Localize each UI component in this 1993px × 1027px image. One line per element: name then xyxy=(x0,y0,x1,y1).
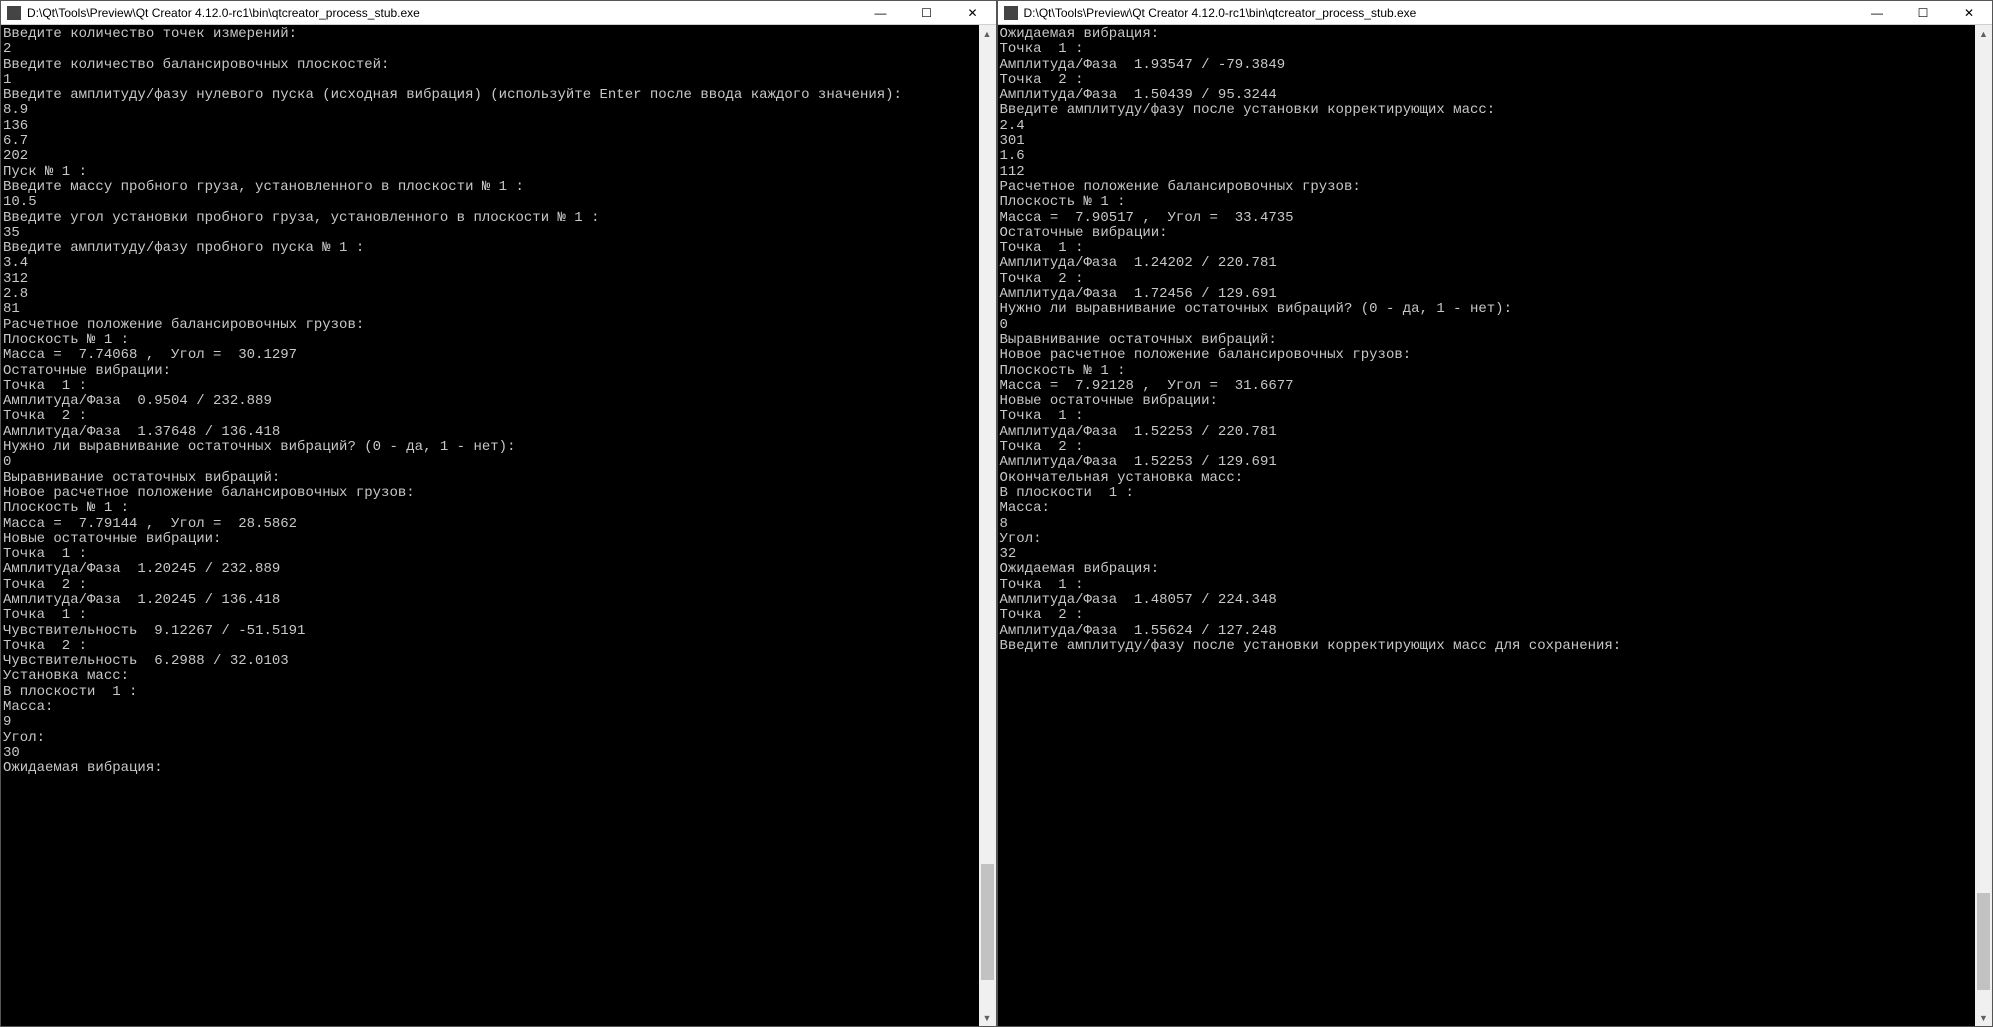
desktop: D:\Qt\Tools\Preview\Qt Creator 4.12.0-rc… xyxy=(0,0,1993,1027)
close-button[interactable]: ✕ xyxy=(1946,1,1992,24)
scroll-down-button[interactable]: ▼ xyxy=(979,1009,996,1026)
app-icon xyxy=(1004,6,1018,20)
minimize-button[interactable]: — xyxy=(1854,1,1900,24)
maximize-button[interactable]: ☐ xyxy=(1900,1,1946,24)
scroll-up-button[interactable]: ▲ xyxy=(1975,25,1992,42)
minimize-button[interactable]: — xyxy=(858,1,904,24)
window-title: D:\Qt\Tools\Preview\Qt Creator 4.12.0-rc… xyxy=(27,6,858,20)
console-viewport: Ожидаемая вибрация: Точка 1 : Амплитуда/… xyxy=(998,25,1993,1026)
scroll-up-button[interactable]: ▲ xyxy=(979,25,996,42)
window-controls: — ☐ ✕ xyxy=(1854,1,1992,24)
scroll-down-button[interactable]: ▼ xyxy=(1975,1009,1992,1026)
app-icon xyxy=(7,6,21,20)
maximize-button[interactable]: ☐ xyxy=(904,1,950,24)
window-title: D:\Qt\Tools\Preview\Qt Creator 4.12.0-rc… xyxy=(1024,6,1855,20)
scroll-thumb[interactable] xyxy=(981,864,994,980)
console-window-right: D:\Qt\Tools\Preview\Qt Creator 4.12.0-rc… xyxy=(997,0,1993,1027)
scroll-track[interactable] xyxy=(979,42,996,1009)
console-viewport: Введите количество точек измерений: 2 Вв… xyxy=(1,25,996,1026)
scroll-thumb[interactable] xyxy=(1977,893,1990,990)
window-controls: — ☐ ✕ xyxy=(858,1,996,24)
console-output[interactable]: Ожидаемая вибрация: Точка 1 : Амплитуда/… xyxy=(998,25,1976,1026)
close-button[interactable]: ✕ xyxy=(950,1,996,24)
titlebar[interactable]: D:\Qt\Tools\Preview\Qt Creator 4.12.0-rc… xyxy=(998,1,1993,25)
scroll-track[interactable] xyxy=(1975,42,1992,1009)
console-output[interactable]: Введите количество точек измерений: 2 Вв… xyxy=(1,25,979,1026)
scrollbar[interactable]: ▲ ▼ xyxy=(979,25,996,1026)
console-window-left: D:\Qt\Tools\Preview\Qt Creator 4.12.0-rc… xyxy=(0,0,997,1027)
titlebar[interactable]: D:\Qt\Tools\Preview\Qt Creator 4.12.0-rc… xyxy=(1,1,996,25)
scrollbar[interactable]: ▲ ▼ xyxy=(1975,25,1992,1026)
